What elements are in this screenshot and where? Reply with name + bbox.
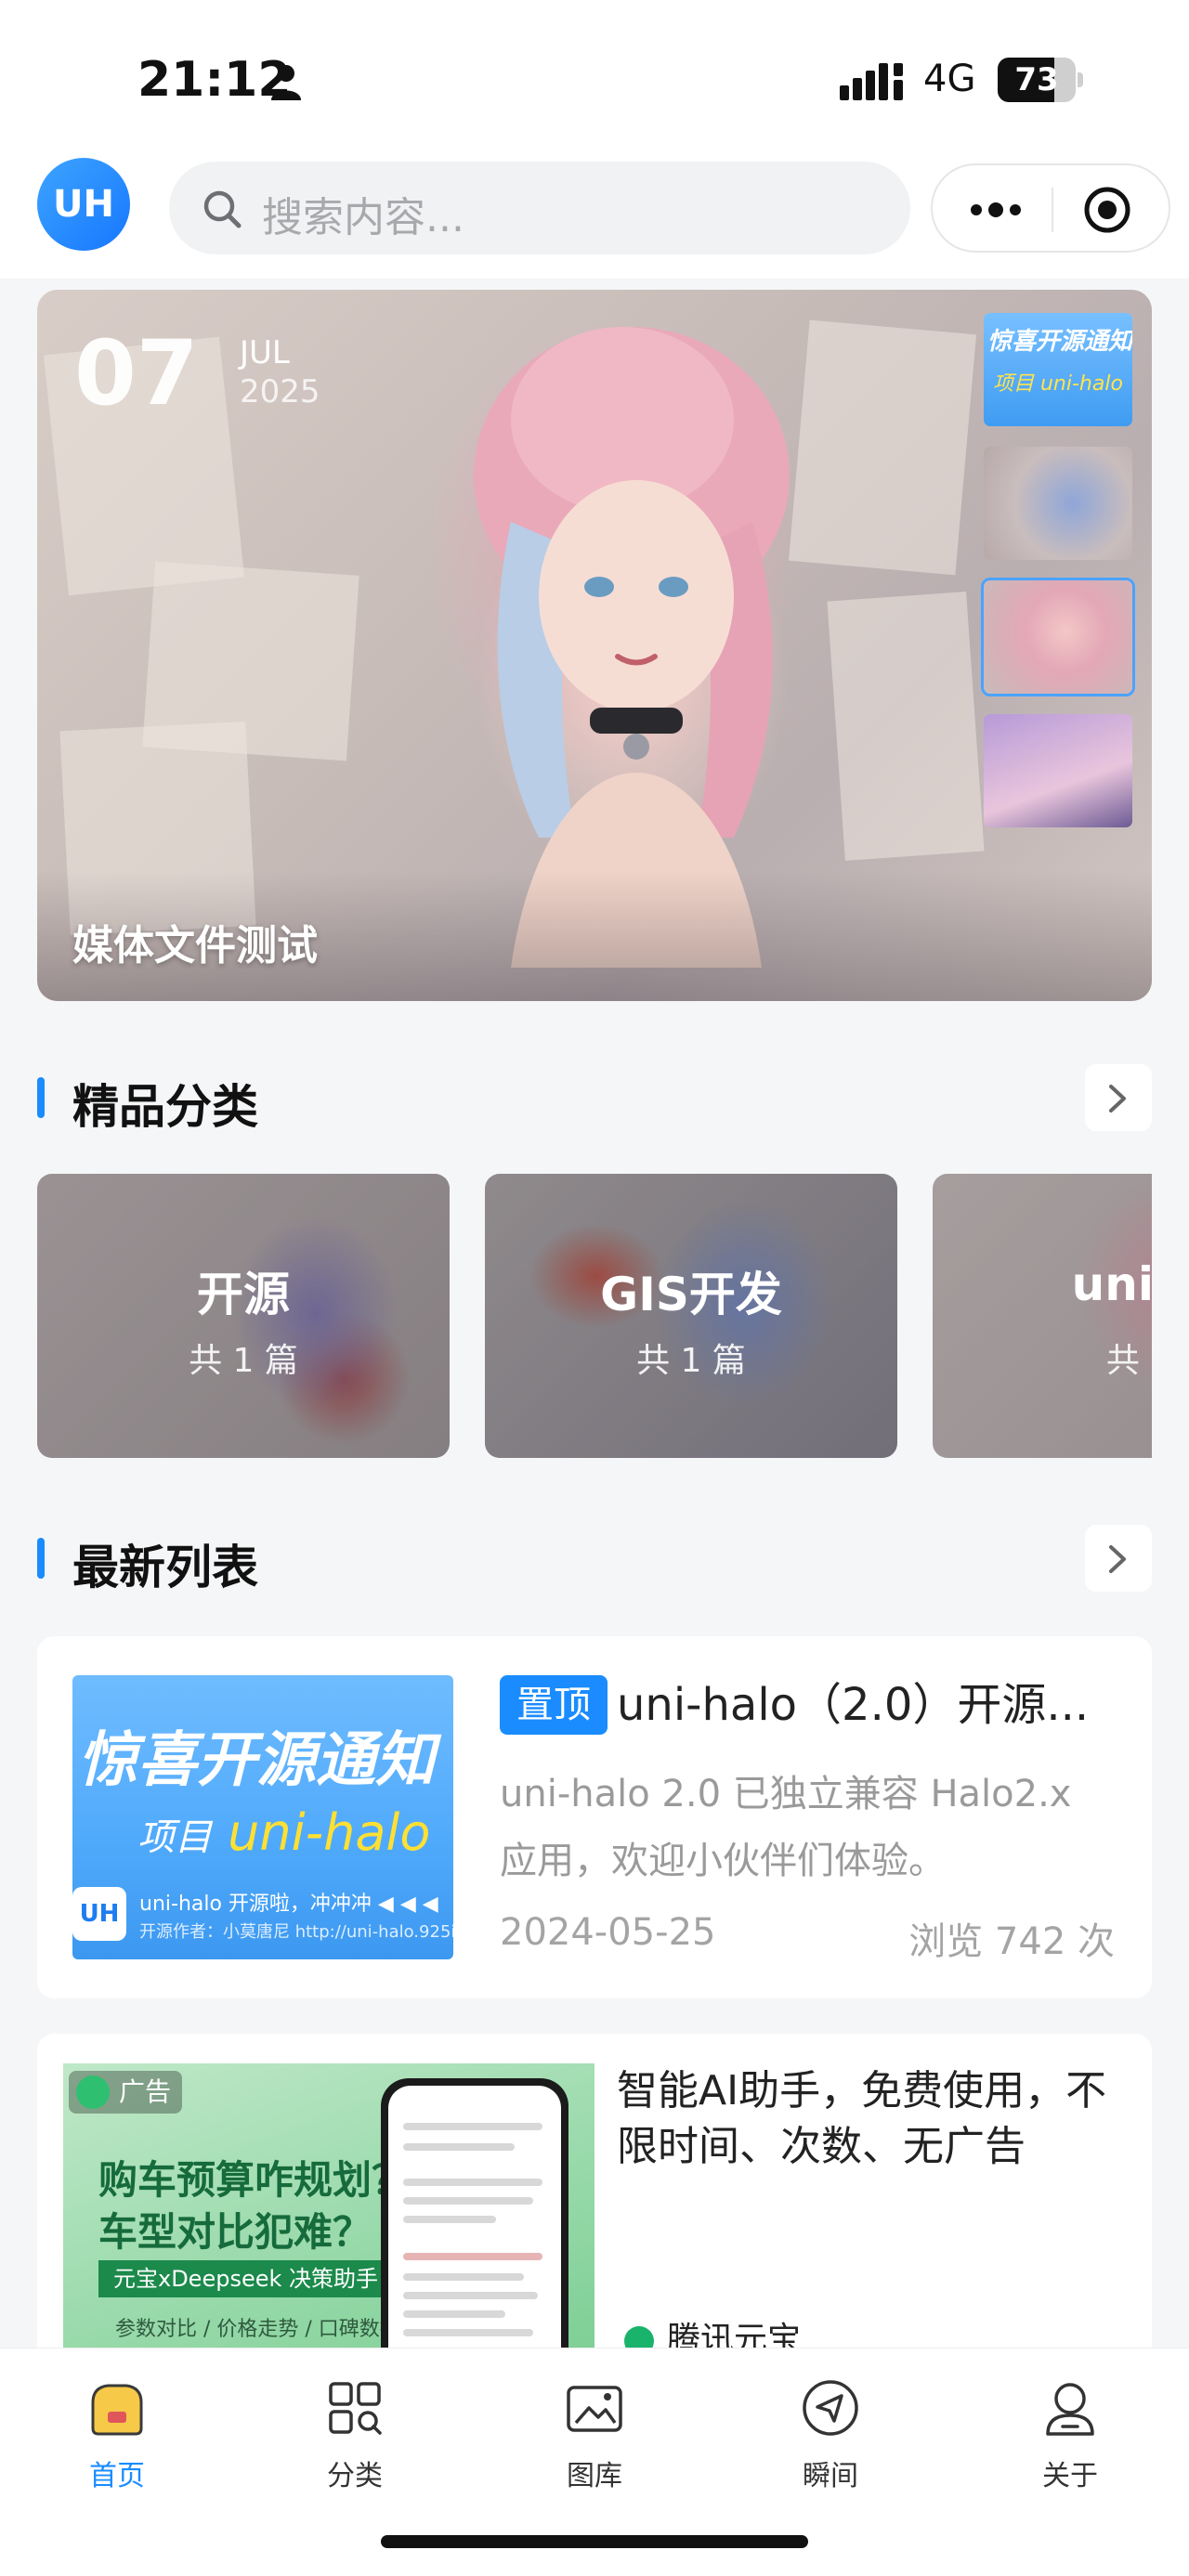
banner-thumb-3[interactable] (981, 578, 1135, 696)
battery-percent: 73 (1014, 61, 1059, 98)
about-user-icon (1046, 2383, 1094, 2436)
article-views: 浏览 742 次 (908, 1920, 1115, 1963)
category-count: 共 1 (1105, 1342, 1152, 1380)
section-title: 最新列表 (72, 1541, 258, 1594)
more-dots-icon[interactable] (968, 199, 1024, 221)
battery-icon: 73 (998, 58, 1083, 102)
tab-about[interactable]: 关于 (996, 2365, 1144, 2495)
category-name: GIS开发 (600, 1268, 782, 1321)
status-time: 21:12 (137, 52, 292, 108)
signal-icon (840, 63, 903, 100)
ad-chip: 元宝xDeepseek 决策助手 (98, 2260, 394, 2297)
banner-thumb-4[interactable] (981, 711, 1135, 830)
category-card[interactable]: GIS开发 共 1 篇 (485, 1174, 897, 1458)
gallery-icon (567, 2386, 622, 2432)
cover-subheadline-prefix: 项目 (137, 1816, 212, 1859)
cover-line2: 开源作者：小莫唐尼 http://uni-halo.925i.cn (139, 1922, 453, 1942)
ad-small-text: 参数对比 / 价格走势 / 口碑数据 (115, 2318, 400, 2341)
banner-carousel[interactable]: 07 JUL 2025 媒体文件测试 惊喜开源通知 项目 uni-halo (37, 290, 1152, 1001)
tab-home[interactable]: 首页 (43, 2365, 191, 2495)
banner-day: 07 (74, 321, 199, 425)
ad-tag[interactable]: 广告 (69, 2071, 183, 2114)
tab-gallery[interactable]: 图库 (520, 2365, 669, 2495)
category-name: 开源 (197, 1268, 290, 1321)
cover-logo: UH (72, 1887, 126, 1941)
section-accent-bar (37, 1077, 45, 1118)
section-accent-bar (37, 1538, 45, 1579)
banner-thumb-1[interactable]: 惊喜开源通知 项目 uni-halo (981, 310, 1135, 429)
tab-category[interactable]: 分类 (281, 2365, 429, 2495)
banner-year: 2025 (240, 373, 320, 410)
ad-tag-icon (76, 2075, 110, 2109)
category-count: 共 1 篇 (636, 1342, 746, 1380)
target-icon[interactable] (1083, 186, 1131, 234)
tab-moments[interactable]: 瞬间 (756, 2365, 905, 2495)
article-title: uni-halo（2.0）开源... (617, 1679, 1090, 1731)
ad-tag-label: 广告 (119, 2076, 172, 2107)
app-logo[interactable]: UH (37, 158, 130, 251)
article-summary: uni-halo 2.0 已独立兼容 Halo2.x 应用，欢迎小伙伴们体验。 (500, 1773, 1072, 1882)
cover-subheadline: 项目 uni-halo (137, 1803, 430, 1862)
categories-section-header: 精品分类 (0, 1053, 1189, 1146)
section-title: 精品分类 (72, 1080, 258, 1134)
category-count: 共 1 篇 (189, 1342, 298, 1380)
cover-headline: 惊喜开源通知 (78, 1726, 435, 1795)
search-placeholder: 搜索内容... (262, 194, 464, 241)
tab-label: 首页 (89, 2460, 145, 2492)
latest-more-button[interactable] (1085, 1525, 1152, 1592)
ad-headline-2: 车型对比犯难？ (98, 2209, 372, 2255)
category-grid-icon (329, 2382, 382, 2435)
cover-subheadline-name: uni-halo (228, 1803, 431, 1862)
article-cover: 惊喜开源通知 项目 uni-halo UH uni-halo 开源啦，冲冲冲 ◀… (72, 1675, 453, 1959)
chevron-right-icon (1109, 1545, 1126, 1573)
ad-brand-name: 腾讯元宝 (667, 2321, 802, 2349)
category-card[interactable]: 开源 共 1 篇 (37, 1174, 450, 1458)
ad-title: 智能AI助手，免费使用，不限时间、次数、无广告 (617, 2067, 1107, 2170)
person-icon (271, 65, 301, 100)
search-icon (203, 190, 242, 228)
moments-send-icon (803, 2380, 858, 2436)
ad-image: 广告 购车预算咋规划？ 车型对比犯难？ 元宝xDeepseek 决策助手 参数对… (63, 2063, 594, 2349)
pinned-badge: 置顶 (500, 1675, 608, 1735)
ad-phone-mockup (381, 2078, 568, 2349)
chevron-right-icon (1109, 1085, 1126, 1112)
article-date: 2024-05-25 (500, 1911, 716, 1954)
capsule-divider (1052, 188, 1053, 232)
ad-card[interactable]: 广告 购车预算咋规划？ 车型对比犯难？ 元宝xDeepseek 决策助手 参数对… (37, 2034, 1152, 2349)
tab-label: 分类 (327, 2460, 383, 2492)
banner-illustration (474, 327, 790, 968)
tab-label: 图库 (567, 2460, 622, 2492)
yuanbao-logo-icon (624, 2326, 654, 2349)
miniprogram-capsule (931, 163, 1170, 253)
article-card[interactable]: 惊喜开源通知 项目 uni-halo UH uni-halo 开源啦，冲冲冲 ◀… (37, 1636, 1152, 1998)
tab-label: 关于 (1042, 2460, 1098, 2492)
latest-section-header: 最新列表 (0, 1514, 1189, 1607)
thumb-line1: 惊喜开源通知 (987, 328, 1133, 356)
search-input[interactable]: 搜索内容... (169, 162, 910, 254)
banner-caption: 媒体文件测试 (72, 922, 318, 969)
tab-label: 瞬间 (803, 2460, 858, 2492)
home-indicator (381, 2535, 808, 2548)
category-card[interactable]: uni-h 共 1 (933, 1174, 1152, 1458)
categories-more-button[interactable] (1085, 1064, 1152, 1131)
home-icon (91, 2384, 143, 2436)
thumb-line2: 项目 uni-halo (993, 372, 1123, 396)
app-header: UH 搜索内容... (0, 158, 1189, 279)
banner-month: JUL (240, 334, 290, 371)
banner-thumb-2[interactable] (981, 444, 1135, 563)
ad-brand: 腾讯元宝 (624, 2312, 801, 2349)
category-name: uni-h (1071, 1257, 1152, 1311)
status-bar: 21:12 4G 73 (0, 0, 1189, 158)
network-type: 4G (923, 58, 976, 100)
cover-line1: uni-halo 开源啦，冲冲冲 ◀ ◀ ◀ (139, 1893, 438, 1916)
ad-headline-1: 购车预算咋规划？ (98, 2157, 412, 2203)
